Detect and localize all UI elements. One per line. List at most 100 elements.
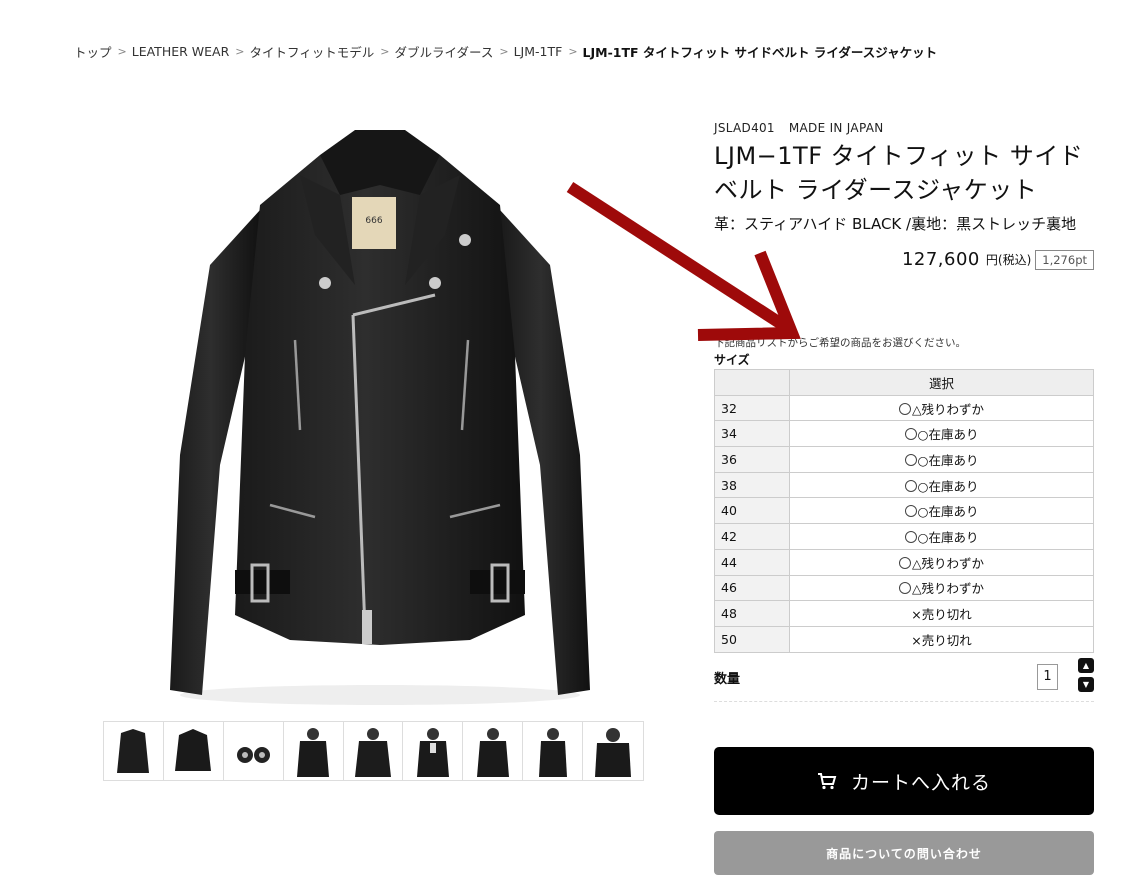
size-row-44: 44 △残りわずか [714, 548, 1094, 576]
thumbnail-8[interactable] [523, 722, 584, 780]
product-main-image[interactable]: 666 [140, 115, 620, 715]
quantity-input[interactable]: 1 [1037, 664, 1058, 690]
size-option-50: ×売り切れ [789, 625, 1094, 653]
size-label: サイズ [714, 353, 750, 367]
breadcrumb-tight-fit[interactable]: タイトフィットモデル [249, 42, 374, 61]
radio-button[interactable] [904, 428, 917, 441]
breadcrumb-separator: > [380, 45, 390, 58]
size-value: 38 [714, 471, 790, 499]
size-option-36[interactable]: ○在庫あり [789, 446, 1094, 473]
size-value: 46 [714, 574, 790, 602]
product-code: JSLAD401 [714, 121, 775, 135]
size-row-32: 32 △残りわずか [714, 394, 1094, 422]
product-title: LJM−1TF タイトフィット サイドベルト ライダースジャケット [714, 142, 1084, 204]
size-row-46: 46 △残りわずか [714, 574, 1094, 602]
stock-status: △残りわずか [911, 401, 985, 417]
select-header: 選択 [789, 369, 1094, 396]
size-table-header: 選択 [714, 369, 1094, 396]
size-value: 40 [714, 497, 790, 525]
breadcrumb: トップ > LEATHER WEAR > タイトフィットモデル > ダブルライダ… [74, 42, 937, 61]
size-option-34[interactable]: ○在庫あり [789, 420, 1094, 448]
size-value: 44 [714, 548, 790, 576]
radio-button[interactable] [904, 505, 917, 518]
product-inquiry-button[interactable]: 商品についての問い合わせ [714, 831, 1094, 875]
size-option-44[interactable]: △残りわずか [789, 548, 1094, 576]
breadcrumb-home[interactable]: トップ [74, 42, 112, 61]
add-to-cart-label: カートへ入れる [850, 771, 991, 794]
breadcrumb-ljm-1tf[interactable]: LJM-1TF [514, 44, 563, 59]
breadcrumb-current: LJM-1TF タイトフィット サイドベルト ライダースジャケット [582, 45, 938, 60]
size-value: 50 [714, 625, 790, 653]
breadcrumb-separator: > [568, 45, 578, 58]
quantity-label: 数量 [714, 672, 741, 687]
radio-button[interactable] [904, 530, 917, 543]
radio-button[interactable] [904, 453, 917, 466]
stock-status: △残りわずか [911, 581, 985, 597]
size-row-34: 34 ○在庫あり [714, 420, 1094, 448]
size-row-38: 38 ○在庫あり [714, 471, 1094, 499]
size-row-42: 42 ○在庫あり [714, 523, 1094, 550]
stock-status: ○在庫あり [917, 504, 979, 520]
size-row-48: 48 ×売り切れ [714, 600, 1094, 627]
quantity-increase-button[interactable]: ▲ [1078, 658, 1094, 673]
price-row: 127,600 円(税込) 1,276pt [714, 249, 1094, 270]
quantity-decrease-button[interactable]: ▼ [1078, 677, 1094, 692]
svg-text:666: 666 [365, 216, 382, 226]
size-row-40: 40 ○在庫あり [714, 497, 1094, 525]
breadcrumb-separator: > [499, 45, 509, 58]
size-value: 32 [714, 394, 790, 422]
size-row-50: 50 ×売り切れ [714, 625, 1094, 653]
quantity-row: 数量 1 ▲ ▼ [714, 658, 1094, 702]
size-option-46[interactable]: △残りわずか [789, 574, 1094, 602]
size-header-blank [714, 369, 790, 396]
stock-status: △残りわずか [911, 555, 985, 571]
points-badge: 1,276pt [1035, 249, 1094, 270]
stock-status: ○在庫あり [917, 427, 979, 443]
size-value: 48 [714, 600, 790, 627]
thumbnail-strip [103, 721, 644, 781]
thumbnail-7[interactable] [463, 722, 524, 780]
thumbnail-4[interactable] [283, 722, 344, 780]
thumbnail-2[interactable] [163, 722, 224, 780]
breadcrumb-separator: > [235, 45, 245, 58]
cart-icon [817, 772, 837, 790]
size-option-42[interactable]: ○在庫あり [789, 523, 1094, 550]
radio-button[interactable] [898, 402, 911, 415]
tax-label: 円(税込) [985, 253, 1032, 267]
add-to-cart-button[interactable]: カートへ入れる [714, 747, 1094, 815]
breadcrumb-separator: > [117, 45, 127, 58]
stock-status: ×売り切れ [911, 607, 972, 623]
thumbnail-3[interactable] [223, 722, 284, 780]
triangle-down-icon: ▼ [1082, 680, 1090, 689]
product-info: JSLAD401 MADE IN JAPAN LJM−1TF タイトフィット サイ… [714, 121, 1094, 270]
size-option-40[interactable]: ○在庫あり [789, 497, 1094, 525]
size-option-48: ×売り切れ [789, 600, 1094, 627]
product-price: 127,600 [901, 249, 980, 270]
thumbnail-1[interactable] [104, 722, 164, 780]
thumbnail-5[interactable] [343, 722, 404, 780]
thumbnail-6[interactable] [403, 722, 464, 780]
size-value: 42 [714, 523, 790, 550]
product-material: 革：スティアハイド BLACK /裏地：黒ストレッチ裏地 [714, 215, 1077, 233]
jacket-image: 666 [170, 130, 590, 705]
size-value: 36 [714, 446, 790, 473]
thumbnail-9[interactable] [583, 722, 644, 780]
stock-status: ×売り切れ [911, 632, 972, 648]
size-option-38[interactable]: ○在庫あり [789, 471, 1094, 499]
radio-button[interactable] [904, 479, 917, 492]
product-origin: MADE IN JAPAN [788, 121, 884, 135]
triangle-up-icon: ▲ [1082, 661, 1090, 670]
size-option-32[interactable]: △残りわずか [789, 394, 1094, 422]
size-row-36: 36 ○在庫あり [714, 446, 1094, 473]
size-table: 選択 32 △残りわずか 34 ○在庫あり 36 ○在庫あり 38 ○在庫あり 40 ○在… [714, 369, 1094, 653]
stock-status: ○在庫あり [917, 529, 979, 545]
stock-status: ○在庫あり [917, 452, 979, 468]
selection-notice: 下記商品リストからご希望の商品をお選びください。 [714, 337, 966, 349]
size-value: 34 [714, 420, 790, 448]
stock-status: ○在庫あり [917, 478, 979, 494]
breadcrumb-double-riders[interactable]: ダブルライダース [394, 42, 493, 61]
breadcrumb-leather-wear[interactable]: LEATHER WEAR [132, 44, 230, 59]
radio-button[interactable] [898, 582, 911, 595]
product-meta: JSLAD401 MADE IN JAPAN [714, 121, 1094, 135]
radio-button[interactable] [898, 556, 911, 569]
